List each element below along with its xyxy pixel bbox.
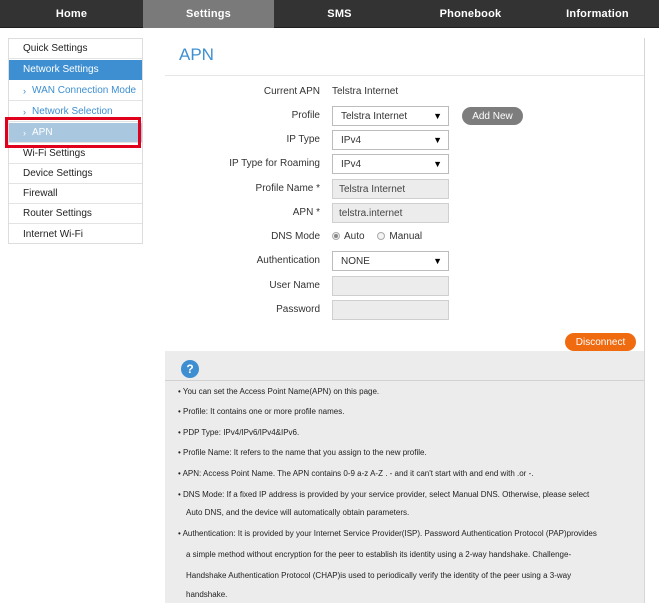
sidebar-item-device-settings[interactable]: Device Settings [9,164,142,184]
sidebar-item-internet-wifi[interactable]: Internet Wi-Fi [9,224,142,244]
dropdown-arrow-icon: ▼ [433,111,442,121]
authentication-select-value: NONE [341,255,370,267]
dropdown-arrow-icon: ▼ [433,159,442,169]
authentication-label: Authentication [256,255,320,266]
sidebar-item-label: Quick Settings [23,43,88,54]
help-text-line: • PDP Type: IPv4/IPv6/IPv4&IPv6. [178,428,300,437]
help-text-line: handshake. [186,590,228,599]
password-input[interactable] [332,300,449,320]
ip-type-roaming-label: IP Type for Roaming [229,158,320,169]
help-icon: ? [181,360,199,378]
sidebar-item-router-settings[interactable]: Router Settings [9,204,142,224]
help-text-line: • You can set the Access Point Name(APN)… [178,387,380,396]
tab-home[interactable]: Home [0,0,143,28]
help-text-line: Auto DNS, and the device will automatica… [186,508,410,517]
highlight-box [5,117,141,148]
content-border [644,38,645,603]
sidebar-item-label: Router Settings [23,208,92,219]
profile-name-label: Profile Name * [255,183,320,194]
dns-auto-label: Auto [344,231,365,242]
sidebar-item-quick-settings[interactable]: Quick Settings [9,39,142,59]
title-divider [165,75,645,76]
sidebar-item-label: Firewall [23,188,58,199]
tab-sms[interactable]: SMS [274,0,405,28]
sidebar-item-wan-connection-mode[interactable]: › WAN Connection Mode [9,81,142,101]
chevron-right-icon: › [23,85,26,96]
dns-auto-radio[interactable] [332,232,340,240]
apn-label: APN * [292,207,320,218]
sidebar-item-firewall[interactable]: Firewall [9,184,142,204]
profile-label: Profile [291,110,320,121]
current-apn-value: Telstra Internet [332,86,399,97]
ip-type-roaming-select-value: IPv4 [341,158,362,170]
help-text-line: • Authentication: It is provided by your… [178,529,597,538]
sidebar-item-label: Internet Wi-Fi [23,228,84,240]
add-new-button[interactable]: Add New [462,107,523,125]
help-text-line: • Profile Name: It refers to the name th… [178,448,427,457]
profile-name-input[interactable]: Telstra Internet [332,179,449,199]
ip-type-select-value: IPv4 [341,134,362,146]
dropdown-arrow-icon: ▼ [433,256,442,266]
authentication-select[interactable]: NONE ▼ [332,251,449,271]
top-nav: Home Settings SMS Phonebook Information [0,0,659,28]
sidebar-item-network-settings[interactable]: Network Settings [9,60,142,80]
help-text-line: Handshake Authentication Protocol (CHAP)… [186,571,572,580]
dropdown-arrow-icon: ▼ [433,135,442,145]
sidebar-item-label: Wi-Fi Settings [23,148,86,159]
sidebar-item-label: WAN Connection Mode [32,85,137,96]
dns-manual-radio[interactable] [377,232,386,240]
disconnect-button[interactable]: Disconnect [565,333,636,351]
dns-manual-label: Manual [389,231,423,242]
tab-information[interactable]: Information [536,0,659,28]
sidebar-item-label: Network Selection [32,106,113,117]
page-title: APN [179,45,214,64]
help-text-line: • DNS Mode: If a fixed IP address is pro… [178,490,590,499]
user-name-label: User Name [269,280,320,291]
sidebar-item-label: Device Settings [23,168,93,179]
help-text-line: a simple method without encryption for t… [186,550,572,559]
ip-type-label: IP Type [286,134,320,145]
ip-type-roaming-select[interactable]: IPv4 ▼ [332,154,449,174]
ip-type-select[interactable]: IPv4 ▼ [332,130,449,150]
help-divider [165,380,644,381]
help-text-line: • APN: Access Point Name. The APN contai… [178,469,534,478]
sidebar-item-label: Network Settings [23,64,99,75]
password-label: Password [276,304,320,315]
chevron-right-icon: › [23,106,26,117]
current-apn-label: Current APN [263,86,320,97]
dns-mode-options: Auto Manual [332,231,422,242]
tab-settings[interactable]: Settings [143,0,274,28]
tab-phonebook[interactable]: Phonebook [405,0,536,28]
profile-select[interactable]: Telstra Internet ▼ [332,106,449,126]
apn-input[interactable]: telstra.internet [332,203,449,223]
dns-mode-label: DNS Mode [271,231,320,242]
profile-select-value: Telstra Internet [341,110,408,122]
help-text-line: • Profile: It contains one or more profi… [178,407,345,416]
user-name-input[interactable] [332,276,449,296]
